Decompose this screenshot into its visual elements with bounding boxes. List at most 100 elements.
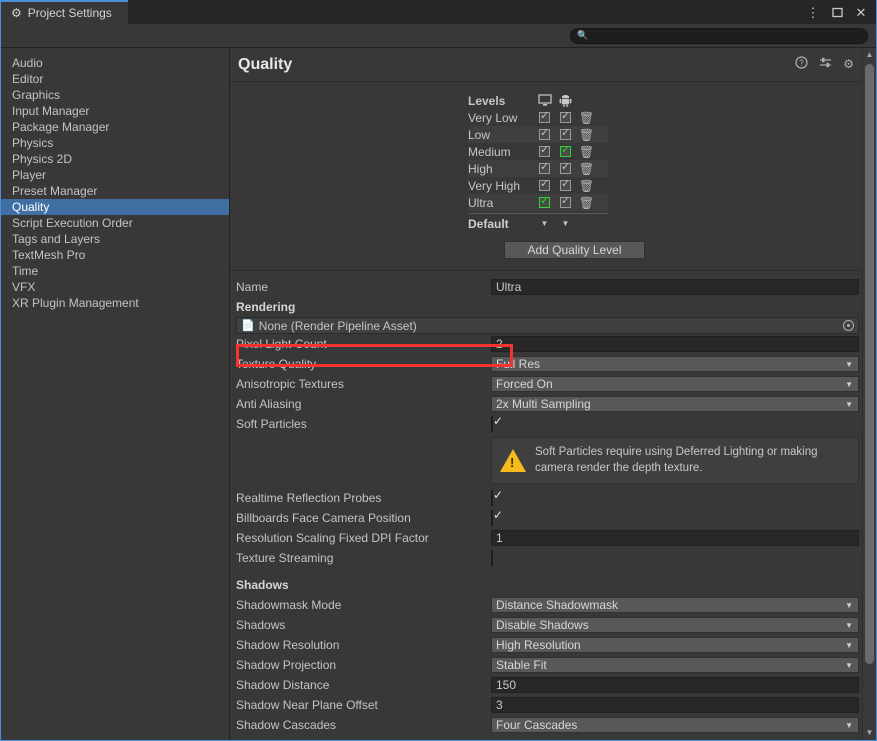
- quality-settings-panel: Quality ? ⚙ Levels Very Low ✓ ✓ 🗑 Low ✓ …: [230, 48, 876, 739]
- search-input[interactable]: [592, 29, 861, 42]
- sidebar-item-input-manager[interactable]: Input Manager: [1, 103, 229, 119]
- kebab-menu-icon[interactable]: ⋮: [802, 1, 824, 23]
- scroll-up-arrow-icon[interactable]: ▲: [863, 48, 876, 61]
- help-icon[interactable]: ?: [795, 56, 808, 71]
- table-row[interactable]: Medium 🗑: [468, 143, 608, 160]
- level-desktop-checkbox[interactable]: [539, 144, 550, 157]
- shadow-cascades-dropdown[interactable]: Four Cascades ▼: [491, 717, 859, 734]
- tab-project-settings[interactable]: ⚙ Project Settings: [1, 0, 128, 24]
- anti-aliasing-value: 2x Multi Sampling: [496, 397, 591, 411]
- realtime-reflection-probes-checkbox[interactable]: [491, 490, 493, 507]
- document-icon: 📄: [241, 320, 255, 332]
- table-row[interactable]: High 🗑: [468, 160, 608, 177]
- search-bar-strip: 🔍: [1, 24, 876, 48]
- chevron-down-icon-android[interactable]: ▼: [562, 219, 570, 228]
- texture-quality-dropdown[interactable]: Full Res ▼: [491, 356, 859, 372]
- sidebar-item-editor[interactable]: Editor: [1, 71, 229, 87]
- name-input[interactable]: Ultra: [491, 279, 859, 295]
- warning-icon: [500, 449, 526, 473]
- shadow-cascades-row: Shadow Cascades Four Cascades ▼: [230, 715, 876, 735]
- trash-icon[interactable]: 🗑: [579, 146, 594, 158]
- render-pipeline-asset-field[interactable]: 📄 None (Render Pipeline Asset): [236, 317, 859, 334]
- sidebar-item-physics[interactable]: Physics: [1, 135, 229, 151]
- shadow-projection-row: Shadow Projection Stable Fit ▼: [230, 655, 876, 675]
- texture-quality-label: Texture Quality: [236, 357, 317, 371]
- resolution-scaling-dpi-row: Resolution Scaling Fixed DPI Factor 1: [230, 528, 876, 548]
- soft-particles-checkbox[interactable]: [491, 416, 493, 432]
- texture-streaming-label: Texture Streaming: [236, 551, 334, 566]
- trash-icon[interactable]: 🗑: [579, 129, 594, 141]
- sidebar-item-package-manager[interactable]: Package Manager: [1, 119, 229, 135]
- gear-icon-header[interactable]: ⚙: [843, 58, 854, 70]
- sidebar-item-vfx[interactable]: VFX: [1, 279, 229, 295]
- level-desktop-checkbox[interactable]: [539, 127, 550, 140]
- level-android-checkbox[interactable]: [560, 161, 571, 174]
- sidebar-item-physics-2d[interactable]: Physics 2D: [1, 151, 229, 167]
- trash-icon[interactable]: 🗑: [579, 112, 594, 124]
- level-android-checkbox[interactable]: [560, 144, 571, 157]
- level-desktop-checkbox[interactable]: [539, 195, 550, 208]
- anisotropic-textures-dropdown[interactable]: Forced On ▼: [491, 376, 859, 392]
- sidebar-item-time[interactable]: Time: [1, 263, 229, 279]
- texture-streaming-row: Texture Streaming: [230, 548, 876, 568]
- scrollbar-thumb[interactable]: [865, 64, 874, 664]
- anisotropic-textures-value: Forced On: [496, 377, 553, 391]
- sidebar-item-xr-plugin-management[interactable]: XR Plugin Management: [1, 295, 229, 311]
- level-android-checkbox[interactable]: [560, 195, 571, 208]
- shadow-resolution-dropdown[interactable]: High Resolution ▼: [491, 637, 859, 654]
- table-row-selected[interactable]: Ultra 🗑: [468, 194, 608, 211]
- title-bar: ⚙ Project Settings ⋮ ✕: [1, 0, 876, 24]
- pixel-light-count-input[interactable]: 2: [491, 336, 859, 352]
- help-glyph: ?: [795, 56, 808, 69]
- trash-icon[interactable]: 🗑: [579, 180, 594, 192]
- sidebar-item-audio[interactable]: Audio: [1, 55, 229, 71]
- table-row[interactable]: Very High 🗑: [468, 177, 608, 194]
- add-quality-level-button[interactable]: Add Quality Level: [504, 241, 645, 259]
- levels-header-label: Levels: [468, 93, 506, 108]
- trash-icon[interactable]: 🗑: [579, 197, 594, 209]
- table-row[interactable]: Very Low 🗑: [468, 109, 608, 126]
- sidebar-item-graphics[interactable]: Graphics: [1, 87, 229, 103]
- texture-streaming-checkbox[interactable]: [491, 550, 493, 567]
- scroll-down-arrow-icon[interactable]: ▼: [863, 726, 876, 739]
- sidebar-item-script-execution-order[interactable]: Script Execution Order: [1, 215, 229, 231]
- table-row[interactable]: Low 🗑: [468, 126, 608, 143]
- level-android-checkbox[interactable]: [560, 178, 571, 191]
- sidebar-item-textmesh-pro[interactable]: TextMesh Pro: [1, 247, 229, 263]
- sidebar-item-quality[interactable]: Quality: [1, 199, 229, 215]
- shadow-near-plane-offset-label: Shadow Near Plane Offset: [236, 698, 378, 713]
- billboards-face-camera-row: Billboards Face Camera Position: [230, 508, 876, 528]
- cascade-splits-row[interactable]: Cascade splits: [230, 735, 876, 739]
- shadowmask-mode-dropdown[interactable]: Distance Shadowmask ▼: [491, 597, 859, 614]
- trash-icon[interactable]: 🗑: [579, 163, 594, 175]
- anti-aliasing-dropdown[interactable]: 2x Multi Sampling ▼: [491, 396, 859, 412]
- level-android-checkbox[interactable]: [560, 110, 571, 123]
- shadows-label: Shadows: [236, 618, 286, 633]
- maximize-icon[interactable]: [826, 1, 848, 23]
- shadow-distance-input[interactable]: 150: [491, 677, 859, 694]
- shadow-projection-dropdown[interactable]: Stable Fit ▼: [491, 657, 859, 674]
- sidebar-item-preset-manager[interactable]: Preset Manager: [1, 183, 229, 199]
- level-desktop-checkbox[interactable]: [539, 178, 550, 191]
- level-desktop-checkbox[interactable]: [539, 110, 550, 123]
- object-picker-icon[interactable]: [843, 320, 854, 331]
- close-icon[interactable]: ✕: [850, 1, 872, 23]
- billboards-face-camera-checkbox[interactable]: [491, 510, 493, 527]
- vertical-scrollbar[interactable]: ▲ ▼: [862, 48, 876, 739]
- sidebar-item-player[interactable]: Player: [1, 167, 229, 183]
- level-desktop-checkbox[interactable]: [539, 161, 550, 174]
- desktop-monitor-icon: [534, 94, 555, 107]
- gear-icon: ⚙: [11, 6, 22, 20]
- anisotropic-textures-row: Anisotropic Textures Forced On ▼: [230, 374, 876, 394]
- shadows-dropdown[interactable]: Disable Shadows ▼: [491, 617, 859, 634]
- search-box[interactable]: 🔍: [570, 27, 868, 44]
- shadow-distance-label: Shadow Distance: [236, 678, 330, 693]
- preset-icon[interactable]: [819, 56, 832, 71]
- shadow-near-plane-offset-input[interactable]: 3: [491, 697, 859, 714]
- level-name: Ultra: [468, 195, 494, 210]
- chevron-down-icon-desktop[interactable]: ▼: [541, 219, 549, 228]
- sidebar-item-tags-and-layers[interactable]: Tags and Layers: [1, 231, 229, 247]
- level-android-checkbox[interactable]: [560, 127, 571, 140]
- resolution-scaling-dpi-input[interactable]: 1: [491, 530, 859, 547]
- settings-sidebar[interactable]: Audio Editor Graphics Input Manager Pack…: [1, 48, 230, 739]
